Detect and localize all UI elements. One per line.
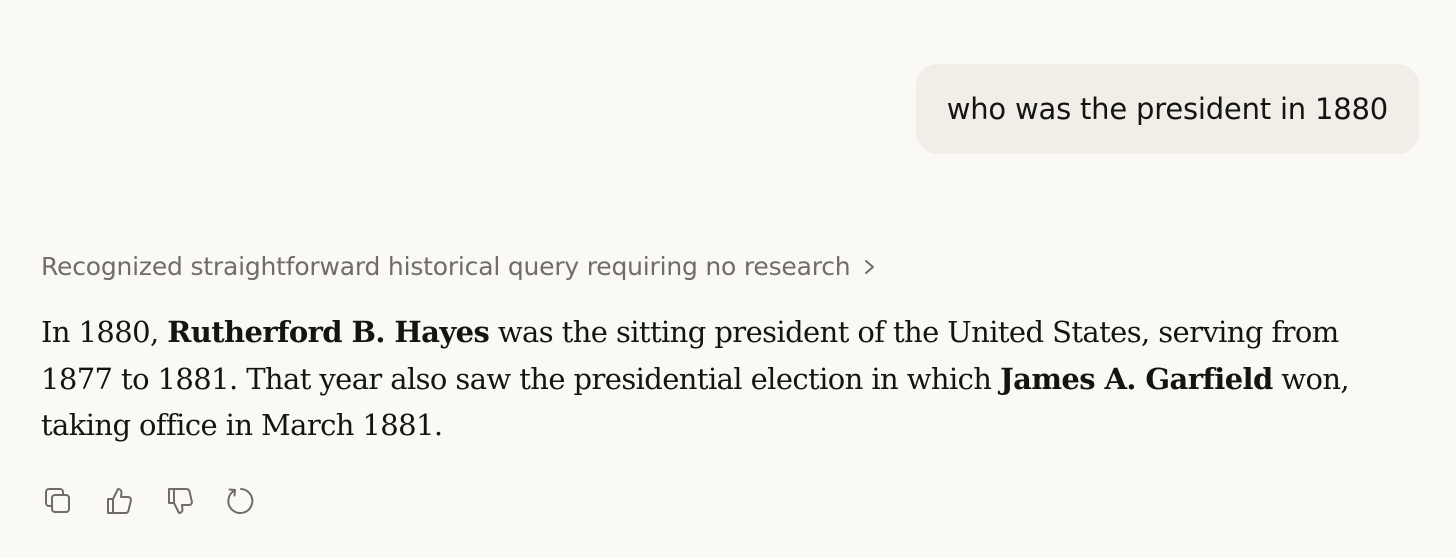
response-bold-hayes: Rutherford B. Hayes [167, 315, 490, 349]
thumbs-up-button[interactable] [102, 484, 136, 518]
thinking-summary-text: Recognized straightforward historical qu… [41, 252, 851, 281]
assistant-response: In 1880, Rutherford B. Hayes was the sit… [41, 309, 1371, 449]
message-actions [41, 484, 285, 518]
thinking-summary-toggle[interactable]: Recognized straightforward historical qu… [41, 252, 878, 281]
thumbs-down-icon [165, 486, 195, 516]
user-message-bubble: who was the president in 1880 [915, 64, 1419, 154]
retry-icon [225, 485, 257, 517]
copy-button[interactable] [41, 484, 75, 518]
thumbs-down-button[interactable] [163, 484, 197, 518]
thumbs-up-icon [104, 486, 134, 516]
chevron-right-icon [862, 257, 878, 277]
user-message-text: who was the president in 1880 [946, 92, 1388, 126]
retry-button[interactable] [224, 484, 258, 518]
response-text-1: In 1880, [41, 315, 168, 349]
copy-icon [43, 486, 73, 516]
response-bold-garfield: James A. Garfield [1000, 361, 1273, 396]
